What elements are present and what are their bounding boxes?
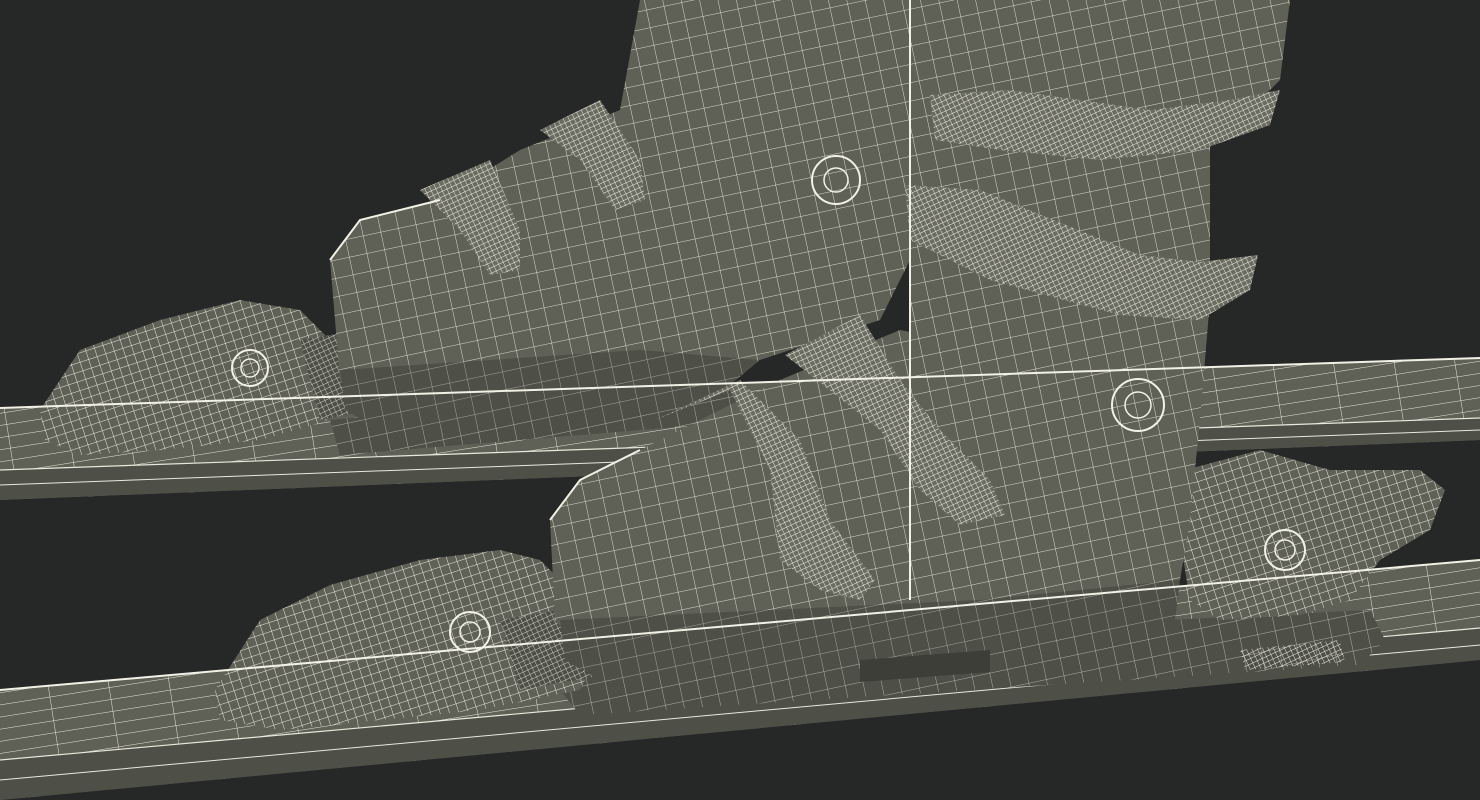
render-viewport <box>0 0 1480 800</box>
wireframe-render <box>0 0 1480 800</box>
